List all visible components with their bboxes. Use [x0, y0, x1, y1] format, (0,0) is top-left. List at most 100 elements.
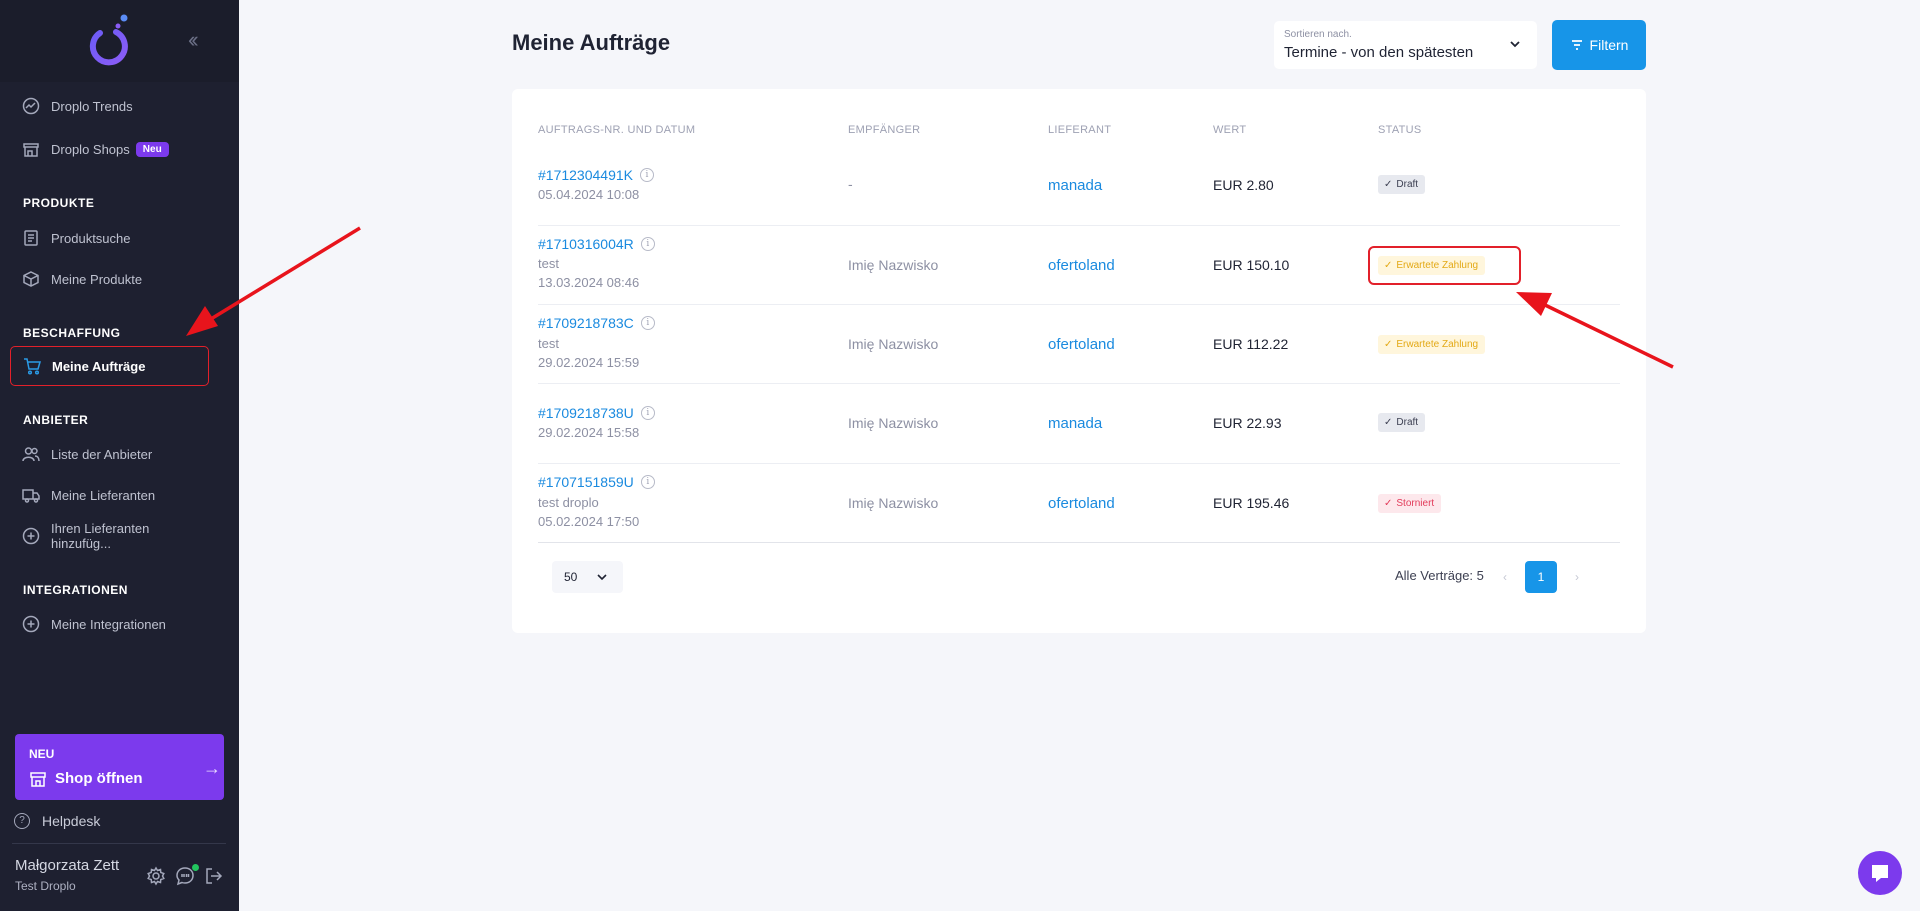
per-page-select[interactable]: 50 — [552, 561, 623, 593]
collapse-sidebar-icon[interactable]: ‹‹ — [188, 29, 198, 51]
sidebar-item-meine-lieferanten[interactable]: Meine Lieferanten — [10, 477, 210, 513]
column-header-supplier: LIEFERANT — [1048, 124, 1112, 136]
logout-icon[interactable] — [204, 866, 224, 886]
promo-label: NEU — [29, 747, 55, 761]
droplo-logo-icon[interactable] — [86, 14, 132, 66]
chevron-down-icon — [597, 574, 607, 581]
page-title: Meine Aufträge — [512, 30, 671, 55]
sidebar-item-label: Liste der Anbieter — [51, 446, 153, 462]
sidebar-item-liste-der-anbieter[interactable]: Liste der Anbieter — [10, 436, 210, 472]
info-icon[interactable]: i — [640, 406, 655, 420]
order-date: 13.03.2024 08:46 — [538, 275, 640, 290]
order-value: EUR 150.10 — [1213, 257, 1290, 273]
sidebar-item-droplo-shops[interactable]: Droplo Shops Neu — [10, 131, 210, 167]
sidebar-item-label: Droplo Shops — [51, 141, 130, 157]
section-beschaffung: BESCHAFFUNG — [23, 326, 121, 340]
total-count: Alle Verträge: 5 — [1395, 568, 1484, 583]
order-id-link[interactable]: #1709218738U i — [538, 405, 655, 421]
order-id-link[interactable]: #1712304491K i — [538, 167, 654, 183]
next-page-button[interactable]: › — [1561, 561, 1593, 593]
page-button-1[interactable]: 1 — [1525, 561, 1557, 593]
status-label: Erwartete Zahlung — [1396, 339, 1479, 350]
trends-icon — [22, 97, 40, 115]
logo-area: ‹‹ — [0, 0, 239, 82]
filter-label: Filtern — [1589, 37, 1629, 53]
plus-circle-icon — [22, 615, 40, 633]
table-row[interactable]: #1709218783C i test 29.02.2024 15:59 Imię… — [538, 305, 1620, 384]
recipient: - — [848, 176, 853, 192]
order-value: EUR 22.93 — [1213, 415, 1282, 431]
cart-icon — [23, 357, 41, 375]
supplier-link[interactable]: manada — [1048, 415, 1102, 432]
order-value: EUR 195.46 — [1213, 495, 1290, 511]
chevron-down-icon — [1510, 41, 1520, 48]
order-date: 29.02.2024 15:58 — [538, 425, 640, 440]
info-icon[interactable]: i — [640, 475, 655, 489]
order-id[interactable]: #1710316004R — [538, 236, 634, 252]
truck-icon — [22, 486, 40, 504]
store-icon — [30, 772, 46, 787]
helpdesk-label: Helpdesk — [42, 813, 101, 829]
sidebar-item-label: Droplo Trends — [51, 98, 133, 114]
user-name: Małgorzata Zett — [15, 857, 120, 874]
recipient: Imię Nazwisko — [848, 415, 939, 431]
open-shop-promo-button[interactable]: NEU Shop öffnen → — [15, 734, 224, 800]
supplier-link[interactable]: ofertoland — [1048, 495, 1115, 512]
user-shop: Test Droplo — [15, 879, 76, 893]
status-highlight-box — [1368, 246, 1521, 285]
sidebar-item-meine-produkte[interactable]: Meine Produkte — [10, 261, 210, 297]
order-id-link[interactable]: #1710316004R i — [538, 236, 655, 252]
prev-page-button[interactable]: ‹ — [1489, 561, 1521, 593]
sidebar-item-label: Meine Lieferanten — [51, 487, 156, 503]
column-header-status: STATUS — [1378, 124, 1422, 136]
section-anbieter: ANBIETER — [23, 413, 89, 427]
search-list-icon — [22, 229, 40, 247]
sidebar-item-label: Ihren Lieferanten hinzufüg... — [51, 521, 150, 551]
order-note: test — [538, 256, 559, 271]
table-row[interactable]: #1712304491K i 05.04.2024 10:08 - manada … — [538, 147, 1620, 226]
order-id[interactable]: #1707151859U — [538, 474, 634, 490]
supplier-link[interactable]: manada — [1048, 177, 1102, 194]
chat-widget-button[interactable] — [1858, 851, 1902, 895]
order-id[interactable]: #1709218783C — [538, 315, 634, 331]
sort-select[interactable]: Sortieren nach. Termine - von den spätes… — [1274, 21, 1537, 69]
sidebar-item-label: Produktsuche — [51, 230, 131, 246]
supplier-link[interactable]: ofertoland — [1048, 257, 1115, 274]
helpdesk-link[interactable]: ? Helpdesk — [14, 813, 100, 829]
gear-icon[interactable] — [146, 866, 166, 886]
order-id[interactable]: #1712304491K — [538, 167, 633, 183]
sidebar-item-produktsuche[interactable]: Produktsuche — [10, 220, 210, 256]
status-label: Storniert — [1396, 498, 1435, 509]
divider — [12, 843, 226, 844]
order-id-link[interactable]: #1709218783C i — [538, 315, 655, 331]
order-note: test — [538, 336, 559, 351]
users-icon — [22, 445, 40, 463]
help-icon: ? — [14, 813, 30, 829]
supplier-link[interactable]: ofertoland — [1048, 336, 1115, 353]
promo-title: Shop öffnen — [55, 770, 143, 787]
recipient: Imię Nazwisko — [848, 257, 939, 273]
info-icon[interactable]: i — [640, 237, 655, 251]
sidebar-item-meine-auftraege[interactable]: Meine Aufträge — [10, 346, 209, 386]
sidebar-item-meine-integrationen[interactable]: Meine Integrationen — [10, 606, 210, 642]
info-icon[interactable]: i — [640, 168, 654, 182]
table-row[interactable]: #1709218738U i 29.02.2024 15:58 Imię Nazw… — [538, 385, 1620, 464]
order-id-link[interactable]: #1707151859U i — [538, 474, 655, 490]
check-icon: ✓ — [1384, 339, 1393, 350]
order-note: test droplo — [538, 495, 599, 510]
order-date: 29.02.2024 15:59 — [538, 355, 640, 370]
section-produkte: PRODUKTE — [23, 196, 95, 210]
table-row[interactable]: #1707151859U i test droplo 05.02.2024 17:… — [538, 464, 1620, 543]
orders-card: AUFTRAGS-NR. UND DATUM EMPFÄNGER LIEFERA… — [512, 89, 1646, 633]
filter-button[interactable]: Filtern — [1552, 20, 1646, 70]
status-badge: ✓ Draft — [1378, 413, 1426, 432]
info-icon[interactable]: i — [640, 316, 655, 330]
order-value: EUR 112.22 — [1213, 336, 1289, 352]
sidebar-item-lieferanten-hinzufuegen[interactable]: Ihren Lieferanten hinzufüg... — [10, 518, 210, 554]
order-id[interactable]: #1709218738U — [538, 405, 634, 421]
status-badge: ✓ Draft — [1378, 175, 1426, 194]
check-icon: ✓ — [1384, 498, 1393, 509]
plus-circle-icon — [22, 527, 40, 545]
check-icon: ✓ — [1384, 417, 1393, 428]
sidebar-item-droplo-trends[interactable]: Droplo Trends — [10, 88, 210, 124]
